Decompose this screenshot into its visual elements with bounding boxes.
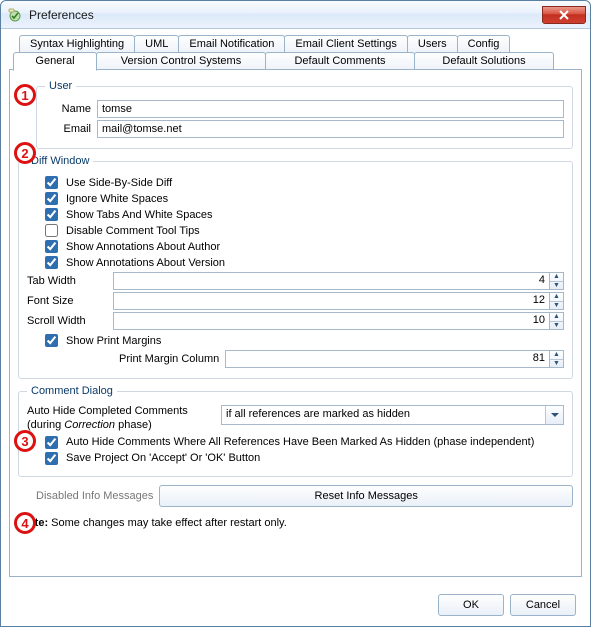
email-label: Email — [45, 123, 97, 135]
lbl-save-project: Save Project On 'Accept' Or 'OK' Button — [66, 452, 260, 464]
chevron-up-icon[interactable]: ▲ — [550, 293, 563, 302]
client-area: Syntax Highlighting UML Email Notificati… — [1, 29, 590, 585]
spinner-scroll-width[interactable]: 10 ▲▼ — [113, 312, 564, 330]
lbl-print-col: Print Margin Column — [119, 353, 219, 365]
chk-ann-version[interactable] — [45, 256, 58, 269]
spinner-arrows[interactable]: ▲▼ — [549, 272, 564, 290]
group-diff-window: Diff Window Use Side-By-Side Diff Ignore… — [18, 155, 573, 379]
combo-auto-hide[interactable]: if all references are marked as hidden — [221, 405, 564, 425]
callout-1: 1 — [14, 84, 36, 106]
callout-3: 3 — [14, 430, 36, 452]
callout-2: 2 — [14, 142, 36, 164]
val-scroll-width[interactable]: 10 — [113, 312, 549, 330]
tab-config[interactable]: Config — [457, 35, 511, 53]
email-input[interactable] — [97, 120, 564, 138]
tab-email-notification[interactable]: Email Notification — [178, 35, 285, 53]
ok-button[interactable]: OK — [438, 594, 504, 616]
chevron-up-icon[interactable]: ▲ — [550, 313, 563, 322]
chevron-down-icon — [551, 411, 559, 419]
spinner-font-size[interactable]: 12 ▲▼ — [113, 292, 564, 310]
close-icon — [559, 10, 569, 20]
tabs-row-bottom: General Version Control Systems Default … — [13, 52, 582, 70]
spinner-tab-width[interactable]: 4 ▲▼ — [113, 272, 564, 290]
note-text: Note: Some changes may take effect after… — [20, 517, 571, 529]
chk-save-project[interactable] — [45, 452, 58, 465]
lbl-font-size: Font Size — [27, 295, 113, 307]
group-comment-dialog: Comment Dialog Auto Hide Completed Comme… — [18, 385, 573, 477]
tab-panel-general: 1 2 3 4 User Name Email Diff Window Use … — [9, 69, 582, 577]
group-comment-legend: Comment Dialog — [27, 385, 117, 397]
group-user: User Name Email — [36, 80, 573, 149]
reset-info-button[interactable]: Reset Info Messages — [159, 485, 573, 507]
lbl-ahc-all: Auto Hide Comments Where All References … — [66, 436, 534, 448]
group-user-legend: User — [45, 80, 76, 92]
callout-4: 4 — [14, 512, 36, 534]
combo-dropdown-button[interactable] — [545, 406, 563, 424]
group-diff-legend: Diff Window — [27, 155, 93, 167]
tab-email-client-settings[interactable]: Email Client Settings — [284, 35, 408, 53]
val-font-size[interactable]: 12 — [113, 292, 549, 310]
chevron-up-icon[interactable]: ▲ — [550, 273, 563, 282]
spinner-print-col[interactable]: 81 ▲▼ — [225, 350, 564, 368]
chk-show-tabs[interactable] — [45, 208, 58, 221]
chevron-down-icon[interactable]: ▼ — [550, 322, 563, 330]
name-label: Name — [45, 103, 97, 115]
tab-general[interactable]: General — [13, 52, 97, 71]
lbl-show-tabs: Show Tabs And White Spaces — [66, 209, 213, 221]
lbl-disable-tips: Disable Comment Tool Tips — [66, 225, 200, 237]
lbl-scroll-width: Scroll Width — [27, 315, 113, 327]
tab-default-solutions[interactable]: Default Solutions — [414, 52, 554, 70]
chevron-down-icon[interactable]: ▼ — [550, 360, 563, 368]
lbl-tab-width: Tab Width — [27, 275, 113, 287]
chk-use-sbs[interactable] — [45, 176, 58, 189]
lbl-disabled-info: Disabled Info Messages — [36, 490, 153, 502]
app-icon — [7, 7, 23, 23]
dialog-buttons: OK Cancel — [438, 594, 576, 616]
lbl-use-sbs: Use Side-By-Side Diff — [66, 177, 172, 189]
chevron-down-icon[interactable]: ▼ — [550, 282, 563, 290]
lbl-show-print: Show Print Margins — [66, 335, 161, 347]
window-title: Preferences — [29, 8, 542, 22]
tab-users[interactable]: Users — [407, 35, 458, 53]
tab-syntax-highlighting[interactable]: Syntax Highlighting — [19, 35, 135, 53]
chk-ann-author[interactable] — [45, 240, 58, 253]
cancel-button[interactable]: Cancel — [510, 594, 576, 616]
chevron-up-icon[interactable]: ▲ — [550, 351, 563, 360]
val-print-col[interactable]: 81 — [225, 350, 549, 368]
chk-disable-tips[interactable] — [45, 224, 58, 237]
chk-ignore-ws[interactable] — [45, 192, 58, 205]
tab-default-comments[interactable]: Default Comments — [265, 52, 415, 70]
chk-show-print[interactable] — [45, 334, 58, 347]
lbl-ann-version: Show Annotations About Version — [66, 257, 225, 269]
tabs-row-top: Syntax Highlighting UML Email Notificati… — [19, 35, 582, 53]
chk-ahc-all[interactable] — [45, 436, 58, 449]
lbl-ignore-ws: Ignore White Spaces — [66, 193, 168, 205]
lbl-ann-author: Show Annotations About Author — [66, 241, 220, 253]
row-disabled-info: Disabled Info Messages Reset Info Messag… — [36, 485, 573, 507]
spinner-arrows[interactable]: ▲▼ — [549, 350, 564, 368]
name-input[interactable] — [97, 100, 564, 118]
title-bar: Preferences — [1, 1, 590, 29]
chevron-down-icon[interactable]: ▼ — [550, 302, 563, 310]
combo-auto-hide-value: if all references are marked as hidden — [222, 406, 545, 424]
spinner-arrows[interactable]: ▲▼ — [549, 292, 564, 310]
spinner-arrows[interactable]: ▲▼ — [549, 312, 564, 330]
tab-uml[interactable]: UML — [134, 35, 179, 53]
val-tab-width[interactable]: 4 — [113, 272, 549, 290]
tab-vcs[interactable]: Version Control Systems — [96, 52, 266, 70]
lbl-auto-hide: Auto Hide Completed Comments (during Cor… — [27, 405, 215, 433]
close-button[interactable] — [542, 6, 586, 24]
